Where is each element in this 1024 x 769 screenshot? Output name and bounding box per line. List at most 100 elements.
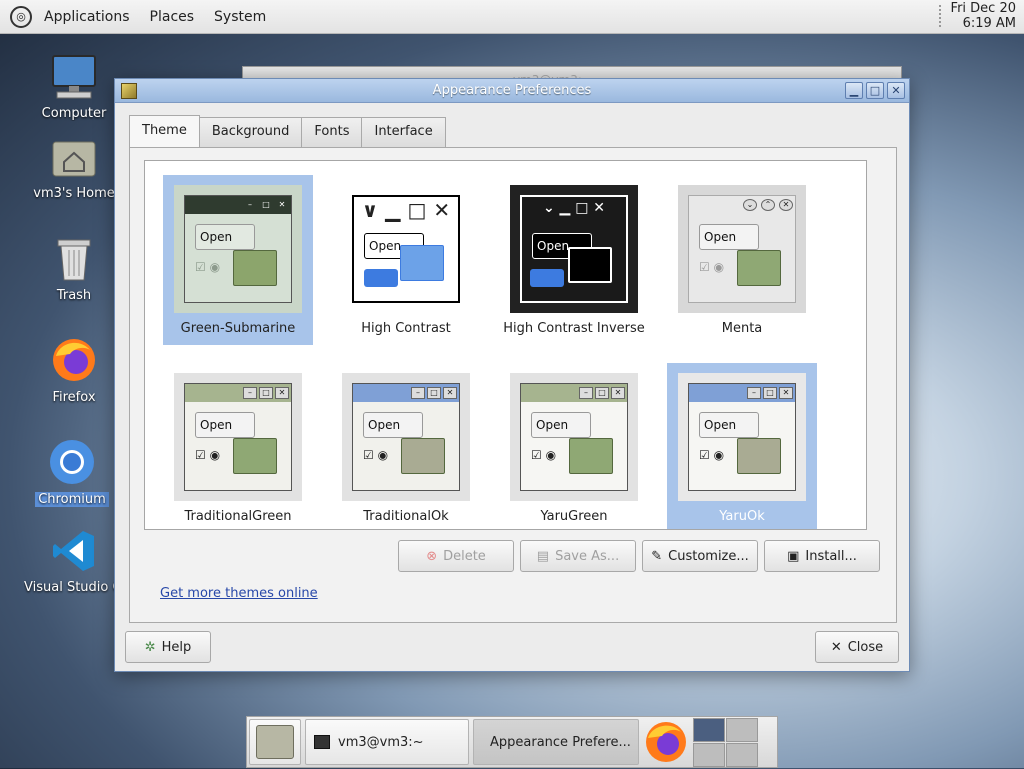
theme-list[interactable]: – □ ✕ Open ☑ ◉ Green-Submarine ∨ ▁ □ ✕ Ope… <box>144 160 867 530</box>
theme-thumbnail: – □ ✕ Open ☑ ◉ <box>678 373 806 501</box>
desktop-label: Computer <box>41 106 107 121</box>
edit-icon: ✎ <box>651 548 663 564</box>
theme-name: TraditionalOk <box>363 509 449 524</box>
more-themes-link[interactable]: Get more themes online <box>160 586 318 601</box>
theme-preview: – □ ✕ Open ☑ ◉ <box>184 383 292 491</box>
desktop-icon-chromium[interactable]: Chromium <box>22 438 122 511</box>
tab-interface[interactable]: Interface <box>361 117 446 147</box>
theme-preview: ⌄ ▁ □ ✕ Open <box>520 195 628 303</box>
clock-area[interactable]: Fri Dec 20 6:19 AM <box>938 1 1016 31</box>
firefox-launcher-icon[interactable] <box>643 719 689 765</box>
trash-icon <box>54 236 94 282</box>
theme-name: TraditionalGreen <box>184 509 292 524</box>
theme-item-high-contrast-inverse[interactable]: ⌄ ▁ □ ✕ Open High Contrast Inverse <box>499 175 649 345</box>
workspace-2[interactable] <box>726 717 758 742</box>
workspace-switcher[interactable] <box>693 717 758 767</box>
desktop-icon-vscode[interactable]: Visual Studio Code <box>24 528 124 595</box>
install-label: Install... <box>805 548 857 564</box>
delete-icon: ⊗ <box>426 548 438 564</box>
theme-item-yarugreen[interactable]: – □ ✕ Open ☑ ◉ YaruGreen <box>499 363 649 529</box>
main-menu: ◎ Applications Places System <box>8 0 276 34</box>
task-label: vm3@vm3:~ <box>338 734 424 750</box>
desktop-icon-home[interactable]: vm3's Home <box>24 136 124 201</box>
computer-icon <box>49 54 99 100</box>
clock[interactable]: Fri Dec 20 6:19 AM <box>951 1 1016 31</box>
tab-theme[interactable]: Theme <box>129 115 200 147</box>
show-desktop-button[interactable] <box>249 719 301 765</box>
debian-logo-icon[interactable]: ◎ <box>10 5 32 28</box>
menu-applications[interactable]: Applications <box>34 0 140 34</box>
delete-label: Delete <box>443 548 486 564</box>
chromium-icon <box>48 438 96 486</box>
desktop-label: Chromium <box>35 492 109 507</box>
workspace-4[interactable] <box>726 742 758 767</box>
firefox-icon <box>50 336 98 384</box>
thumb-open-label: Open <box>195 224 255 250</box>
workspace-3[interactable] <box>693 742 725 767</box>
panel-separator <box>938 5 941 27</box>
desktop-folder-icon <box>256 725 294 759</box>
theme-item-menta[interactable]: ⌄ ⌃ ✕ Open ☑ ◉ Menta <box>667 175 817 345</box>
install-icon: ▣ <box>787 548 800 564</box>
close-window-button[interactable]: ✕ <box>887 82 905 99</box>
task-appearance-preferences[interactable]: Appearance Prefere... <box>473 719 639 765</box>
menu-places[interactable]: Places <box>140 0 205 34</box>
customize-label: Customize... <box>668 548 749 564</box>
desktop-label: Visual Studio Code <box>24 580 124 595</box>
desktop-label: vm3's Home <box>33 186 115 201</box>
theme-item-traditionalok[interactable]: – □ ✕ Open ☑ ◉ TraditionalOk <box>331 363 481 529</box>
window-titlebar[interactable]: Appearance Preferences ▁ □ ✕ <box>115 79 909 103</box>
menu-system[interactable]: System <box>204 0 276 34</box>
theme-item-traditionalgreen[interactable]: – □ ✕ Open ☑ ◉ TraditionalGreen <box>163 363 313 529</box>
window-title: Appearance Preferences <box>432 83 592 98</box>
theme-item-yaruok[interactable]: – □ ✕ Open ☑ ◉ YaruOk <box>667 363 817 529</box>
tab-background[interactable]: Background <box>198 117 303 147</box>
theme-preview: – □ ✕ Open ☑ ◉ <box>520 383 628 491</box>
desktop-icon-trash[interactable]: Trash <box>24 236 124 303</box>
thumb-open-label: Open <box>531 412 591 438</box>
terminal-icon <box>314 735 330 749</box>
theme-name: High Contrast Inverse <box>503 321 645 336</box>
save-icon: ▤ <box>536 548 550 564</box>
clock-time: 6:19 AM <box>962 16 1016 31</box>
tab-bar: Theme Background Fonts Interface <box>129 115 446 147</box>
theme-name: YaruOk <box>719 509 765 524</box>
theme-preview: – □ ✕ Open ☑ ◉ <box>184 195 292 303</box>
theme-preview: ∨ ▁ □ ✕ Open <box>352 195 460 303</box>
theme-thumbnail: – □ ✕ Open ☑ ◉ <box>174 373 302 501</box>
desktop-icon-firefox[interactable]: Firefox <box>24 336 124 405</box>
close-button[interactable]: ✕ Close <box>815 631 899 663</box>
task-label: Appearance Prefere... <box>490 734 631 750</box>
delete-button[interactable]: ⊗ Delete <box>398 540 514 572</box>
theme-item-high-contrast[interactable]: ∨ ▁ □ ✕ Open High Contrast <box>331 175 481 345</box>
thumb-open-label: Open <box>699 224 759 250</box>
theme-item-green-submarine[interactable]: – □ ✕ Open ☑ ◉ Green-Submarine <box>163 175 313 345</box>
workspace-1[interactable] <box>693 717 725 742</box>
maximize-button[interactable]: □ <box>866 82 884 99</box>
minimize-button[interactable]: ▁ <box>845 82 863 99</box>
theme-tab-panel: – □ ✕ Open ☑ ◉ Green-Submarine ∨ ▁ □ ✕ Ope… <box>129 147 897 623</box>
tab-fonts[interactable]: Fonts <box>301 117 363 147</box>
bottom-taskbar: vm3@vm3:~ Appearance Prefere... <box>246 716 778 768</box>
theme-thumbnail: ⌄ ▁ □ ✕ Open <box>510 185 638 313</box>
theme-actions: ⊗ Delete ▤ Save As... ✎ Customize... ▣ I… <box>398 540 880 572</box>
desktop-icon-computer[interactable]: Computer <box>24 54 124 121</box>
save-as-label: Save As... <box>555 548 620 564</box>
install-button[interactable]: ▣ Install... <box>764 540 880 572</box>
help-label: Help <box>161 639 192 655</box>
thumb-open-label: Open <box>363 412 423 438</box>
theme-name: Menta <box>721 321 763 336</box>
customize-button[interactable]: ✎ Customize... <box>642 540 758 572</box>
help-button[interactable]: ✲ Help <box>125 631 211 663</box>
appearance-preferences-window: Appearance Preferences ▁ □ ✕ Theme Backg… <box>114 78 910 672</box>
top-panel: ◎ Applications Places System Fri Dec 20 … <box>0 0 1024 34</box>
task-terminal[interactable]: vm3@vm3:~ <box>305 719 469 765</box>
save-as-button[interactable]: ▤ Save As... <box>520 540 636 572</box>
theme-thumbnail: – □ ✕ Open ☑ ◉ <box>174 185 302 313</box>
theme-name: YaruGreen <box>540 509 608 524</box>
desktop-label: Trash <box>56 288 92 303</box>
vscode-icon <box>51 528 97 574</box>
home-folder-icon <box>51 136 97 180</box>
close-label: Close <box>847 639 884 655</box>
thumb-open-label: Open <box>195 412 255 438</box>
